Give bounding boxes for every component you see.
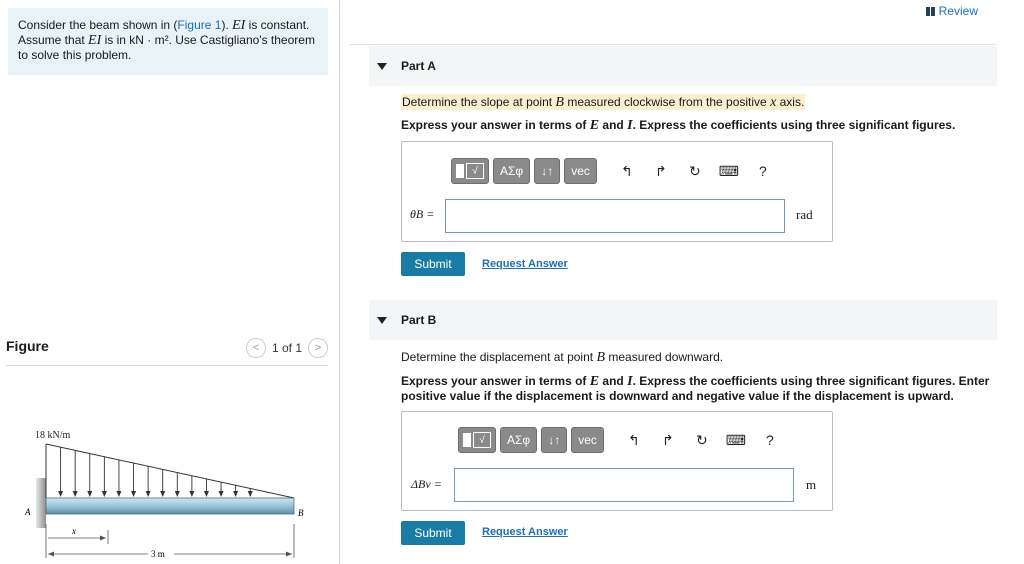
part-b-submit-button[interactable]: Submit	[401, 521, 465, 545]
reset-icon[interactable]: ↻	[692, 430, 712, 450]
help-icon[interactable]: ?	[760, 430, 780, 450]
undo-icon[interactable]: ↰	[624, 430, 644, 450]
greek-button[interactable]: ΑΣφ	[493, 158, 531, 184]
beam	[45, 497, 295, 515]
part-b-prompt: Determine the displacement at point B me…	[401, 350, 724, 365]
part-b-answer-box: √ ΑΣφ ↓↑ vec ↰ ↱ ↻ ⌨ ? ΔBv = m	[401, 411, 833, 511]
greek-button[interactable]: ΑΣφ	[500, 427, 538, 453]
figure-page-count: 1 of 1	[271, 341, 302, 355]
part-b-header[interactable]: Part B	[369, 300, 997, 340]
redo-icon[interactable]: ↱	[658, 430, 678, 450]
theta-b-label: θB =	[410, 207, 435, 221]
right-panel: Review Part A Determine the slope at poi…	[341, 0, 1024, 564]
review-icon	[925, 6, 935, 16]
load-arrowhead	[131, 491, 137, 497]
load-arrowhead	[189, 491, 195, 497]
arrows-button[interactable]: ↓↑	[534, 158, 561, 184]
part-b-title: Part B	[401, 313, 437, 327]
rad-unit: rad	[796, 207, 813, 222]
collapse-icon	[377, 316, 387, 324]
part-b-instructions: Express your answer in terms of E and I.…	[401, 374, 990, 403]
load-line	[45, 443, 295, 499]
part-a-title: Part A	[401, 59, 436, 73]
load-arrowhead	[116, 491, 122, 497]
problem-text: ).	[221, 18, 233, 32]
help-icon[interactable]: ?	[753, 161, 773, 181]
load-arrowhead	[87, 491, 93, 497]
collapse-icon	[377, 62, 387, 70]
part-a-answer-box: √ ΑΣφ ↓↑ vec ↰ ↱ ↻ ⌨ ? θB = rad	[401, 141, 833, 242]
math-toolbar: √ ΑΣφ ↓↑ vec ↰ ↱ ↻ ⌨ ?	[458, 427, 787, 453]
beam-figure: 18 kN/m A B x 3 m	[24, 430, 304, 559]
templates-button[interactable]: √	[451, 158, 489, 184]
label-a: A	[24, 507, 31, 517]
part-a-instructions: Express your answer in terms of E and I.…	[401, 118, 956, 133]
arrows-button[interactable]: ↓↑	[541, 427, 568, 453]
problem-text: Consider the beam shown in (	[18, 18, 178, 32]
problem-statement: Consider the beam shown in (Figure 1). E…	[8, 8, 328, 75]
part-a-prompt: Determine the slope at point B measured …	[401, 94, 806, 110]
review-label: Review	[938, 4, 978, 18]
figure-link[interactable]: Figure 1	[177, 18, 221, 32]
load-arrowhead	[58, 491, 64, 497]
load-arrowhead	[72, 491, 78, 497]
prev-figure-button[interactable]: <	[245, 338, 266, 358]
fixed-support	[36, 478, 46, 528]
load-arrows	[58, 447, 253, 497]
part-a-header[interactable]: Part A	[369, 46, 997, 86]
load-arrowhead	[145, 491, 151, 497]
math-toolbar: √ ΑΣφ ↓↑ vec ↰ ↱ ↻ ⌨ ?	[451, 158, 780, 184]
ei-symbol: EI	[88, 33, 102, 48]
length-label: 3 m	[151, 549, 165, 559]
divider	[349, 44, 996, 45]
load-arrowhead	[218, 491, 224, 497]
delta-bv-label: ΔBv =	[411, 477, 442, 491]
figure-header: Figure < 1 of 1 >	[6, 336, 328, 366]
load-label: 18 kN/m	[35, 430, 71, 441]
label-b: B	[298, 508, 304, 518]
next-figure-button[interactable]: >	[308, 338, 328, 358]
reset-icon[interactable]: ↻	[685, 161, 705, 181]
delta-bv-input[interactable]	[454, 468, 794, 502]
part-a-submit-button[interactable]: Submit	[401, 252, 465, 276]
figure-title: Figure	[6, 338, 49, 354]
review-link[interactable]: Review	[925, 4, 978, 18]
part-a-request-answer-link[interactable]: Request Answer	[482, 258, 568, 270]
load-arrowhead	[160, 491, 166, 497]
part-b-request-answer-link[interactable]: Request Answer	[482, 526, 568, 538]
left-panel: Consider the beam shown in (Figure 1). E…	[0, 0, 340, 564]
keyboard-icon[interactable]: ⌨	[719, 161, 739, 181]
undo-icon[interactable]: ↰	[617, 161, 637, 181]
keyboard-icon[interactable]: ⌨	[726, 430, 746, 450]
theta-b-input[interactable]	[445, 199, 785, 233]
load-arrowhead	[101, 491, 107, 497]
m-unit: m	[806, 477, 817, 492]
ei-symbol: EI	[232, 18, 246, 33]
load-arrowhead	[247, 491, 253, 497]
label-x: x	[71, 526, 76, 536]
figure-pager: < 1 of 1 >	[245, 338, 328, 358]
vec-button[interactable]: vec	[564, 158, 597, 184]
load-arrowhead	[174, 491, 180, 497]
redo-icon[interactable]: ↱	[651, 161, 671, 181]
vec-button[interactable]: vec	[571, 427, 604, 453]
load-arrowhead	[233, 491, 239, 497]
load-arrowhead	[203, 491, 209, 497]
templates-button[interactable]: √	[458, 427, 496, 453]
